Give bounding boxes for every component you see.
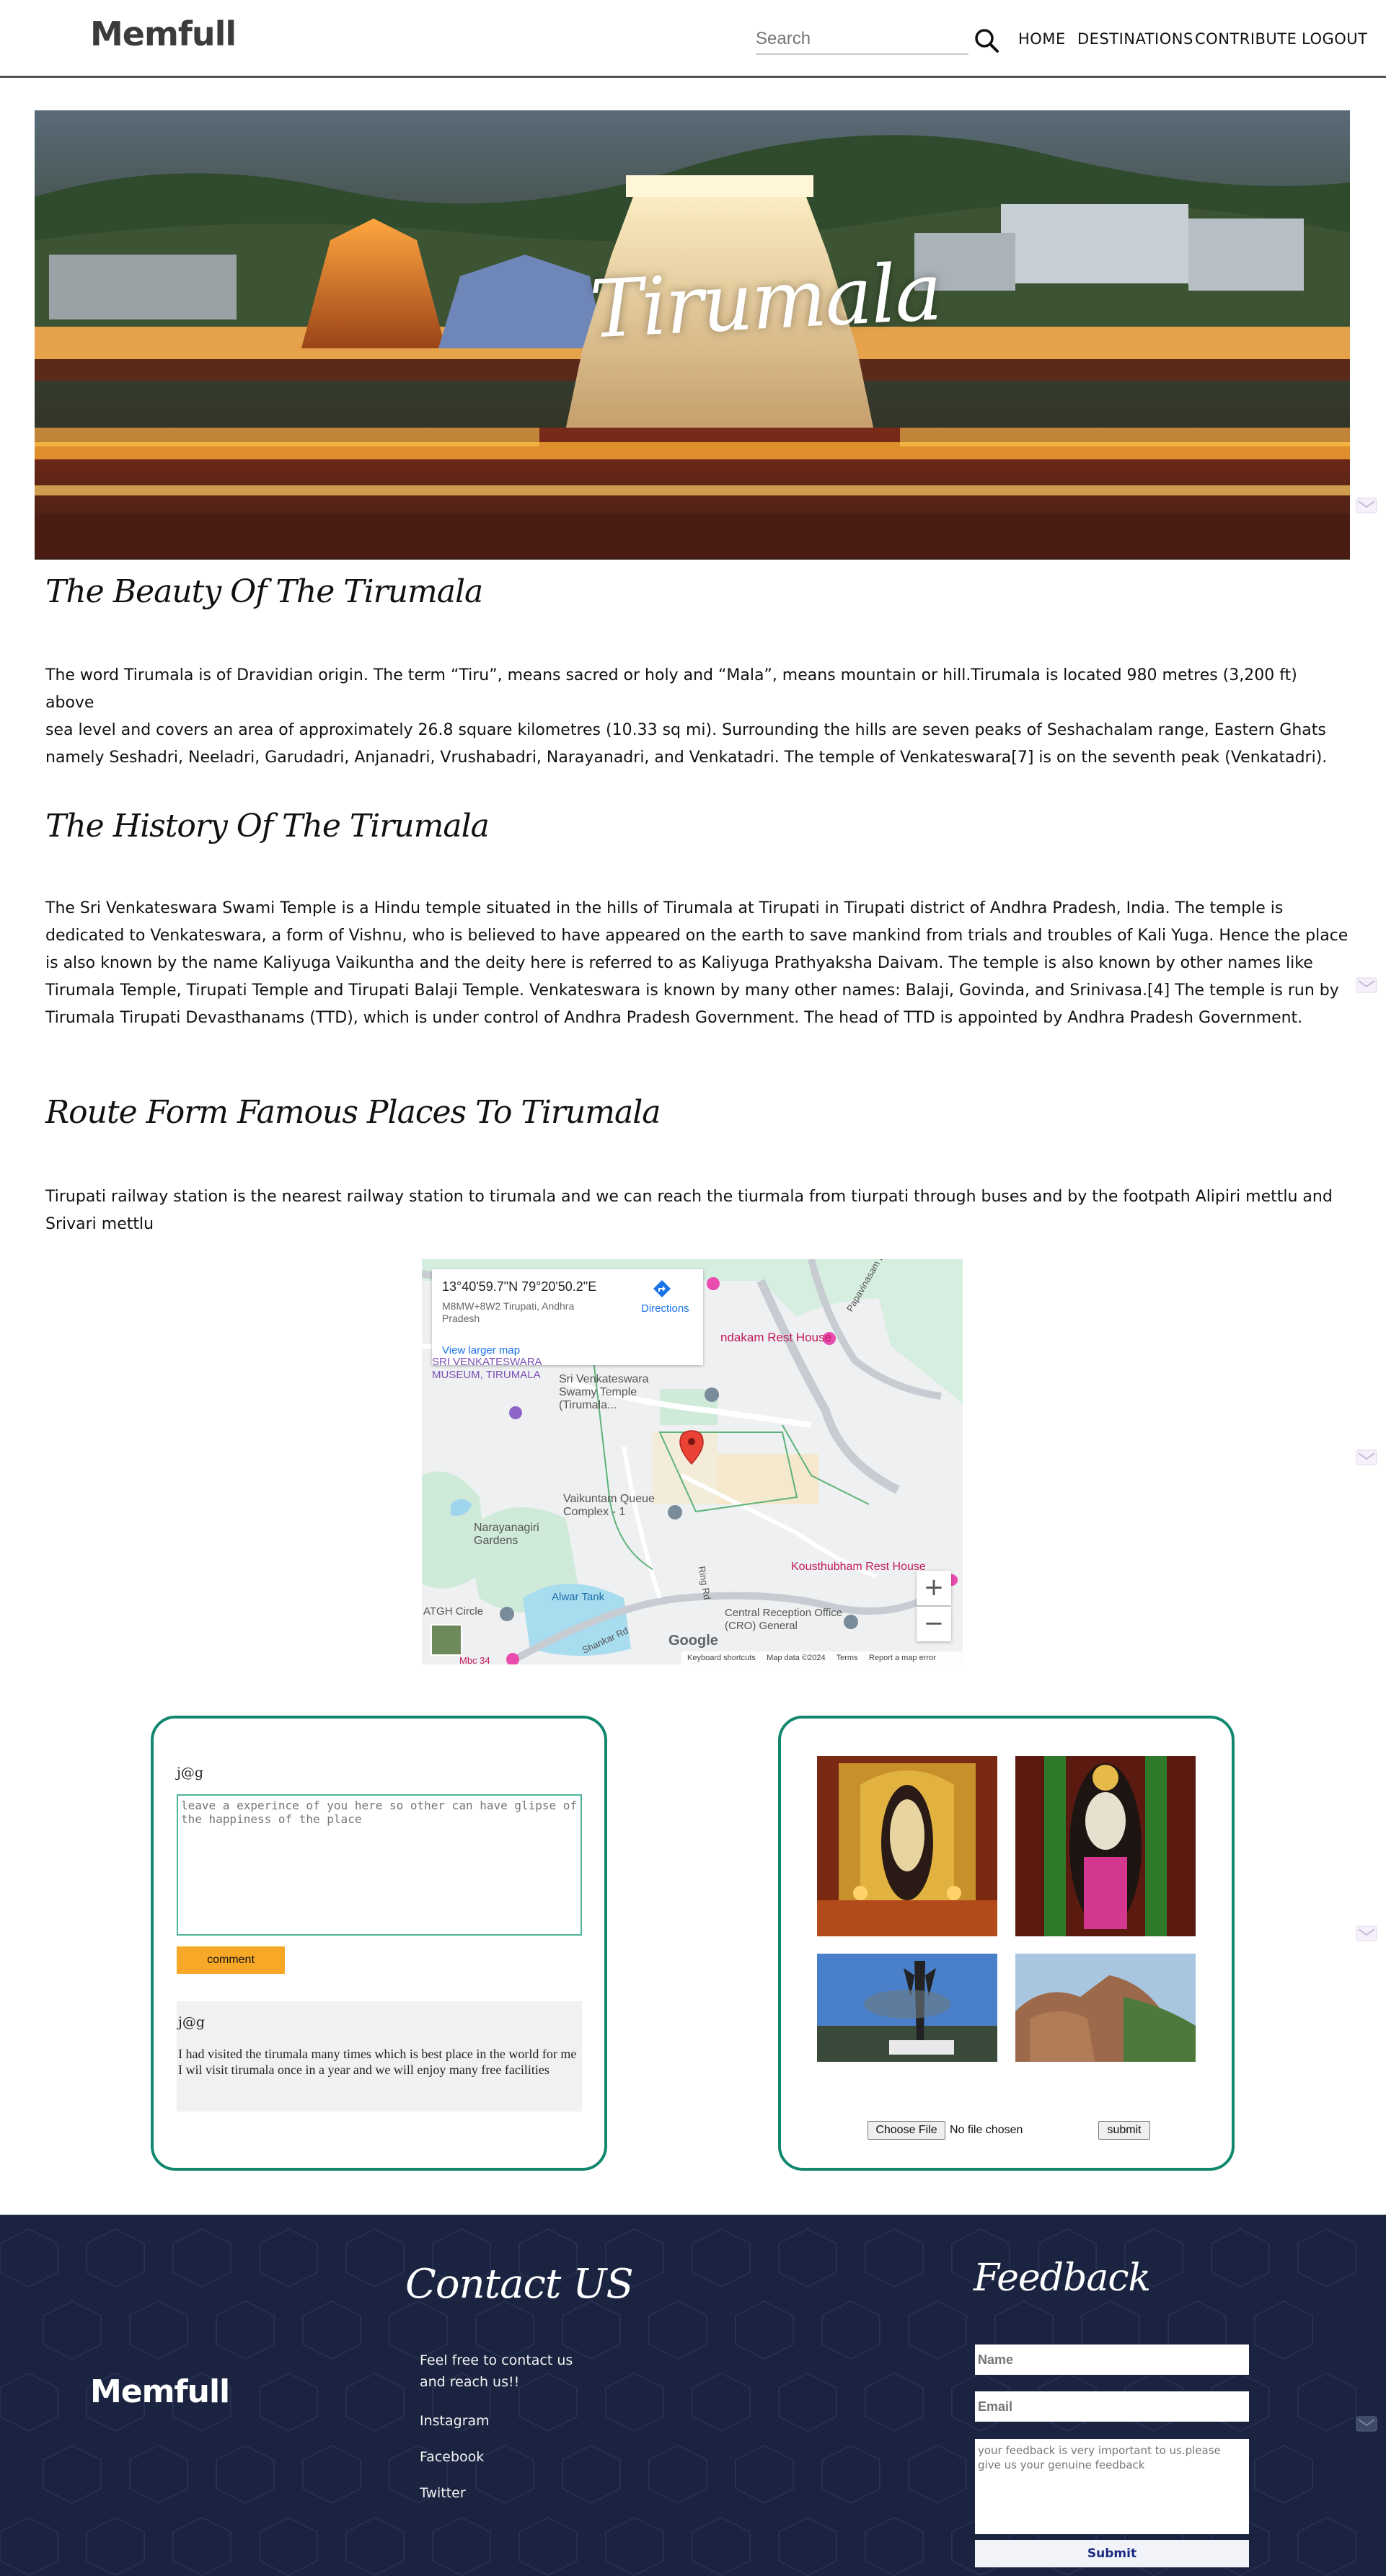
map-footer: Keyboard shortcuts Map data ©2024 Terms …	[681, 1651, 963, 1664]
text-line: The word Tirumala is of Dravidian origin…	[45, 666, 1297, 712]
footer-logo[interactable]: Memfull	[90, 2373, 230, 2410]
comment-panel: j@g comment j@g I had visited the tiruma…	[151, 1716, 607, 2171]
contact-line: Feel free to contact us	[420, 2352, 573, 2368]
google-logo: Google	[668, 1633, 718, 1649]
photo-deity-golden[interactable]	[817, 1756, 997, 1936]
photo-panel: Choose File No file chosen submit	[778, 1716, 1235, 2171]
file-status-text: No file chosen	[950, 2124, 1023, 2136]
extension-mail-icon[interactable]	[1356, 1450, 1377, 1465]
upload-submit-button[interactable]: submit	[1098, 2121, 1150, 2140]
comment-card: j@g I had visited the tirumala many time…	[177, 2001, 582, 2112]
view-larger-map-link[interactable]: View larger map	[442, 1344, 520, 1357]
text-line: dedicated to Venkateswara, a form of Vis…	[45, 927, 1349, 945]
text-line: is also known by the name Kaliyuga Vaiku…	[45, 954, 1313, 972]
comment-author: j@g	[178, 2014, 206, 2030]
feedback-textarea[interactable]: your feedback is very important to us.pl…	[975, 2439, 1249, 2534]
contact-us-heading: Contact US	[405, 2261, 634, 2308]
text-line: Tirumala Temple, Tirupati Temple and Tir…	[45, 982, 1339, 1000]
extension-mail-icon[interactable]	[1356, 2416, 1377, 2432]
keyboard-shortcuts-link[interactable]: Keyboard shortcuts	[687, 1654, 756, 1662]
map-label-atgh: ATGH Circle	[423, 1605, 484, 1618]
map-label-central-office: Central Reception Office (CRO) General	[725, 1607, 843, 1632]
nav-home[interactable]: HOME	[1018, 30, 1066, 48]
text-line: Srivari mettlu	[45, 1215, 154, 1233]
section-text-route: Tirupati railway station is the nearest …	[45, 1183, 1349, 1238]
map-label-kousthubham: Kousthubham Rest House	[791, 1561, 926, 1573]
text-line: Tirumala Tirupati Devasthanams (TTD), wh…	[45, 1009, 1303, 1027]
map-address: M8MW+8W2 Tirupati, Andhra Pradesh	[442, 1300, 575, 1324]
site-logo[interactable]: Memfull	[90, 14, 237, 53]
photo-statue-sky[interactable]	[817, 1954, 997, 2062]
map-label-museum: SRI VENKATESWARA MUSEUM, TIRUMALA	[432, 1356, 542, 1381]
top-header: Memfull HOME DESTINATIONS CONTRIBUTE LOG…	[0, 0, 1386, 78]
section-text-history: The Sri Venkateswara Swami Temple is a H…	[45, 895, 1349, 1032]
comment-button[interactable]: comment	[177, 1946, 285, 1974]
map-label-rest-house: ndakam Rest House	[720, 1331, 832, 1344]
section-title-history: The History Of The Tirumala	[45, 808, 490, 844]
twitter-link[interactable]: Twitter	[420, 2482, 466, 2504]
terms-link[interactable]: Terms	[837, 1654, 858, 1662]
zoom-in-button[interactable]: +	[917, 1571, 951, 1605]
feedback-submit-button[interactable]: Submit	[975, 2540, 1249, 2567]
current-user-label: j@g	[177, 1765, 204, 1781]
report-map-error-link[interactable]: Report a map error	[869, 1654, 936, 1662]
text-line: Tirupati railway station is the nearest …	[45, 1188, 1333, 1206]
hero-banner: Tirumala	[35, 110, 1350, 560]
nav-contribute[interactable]: CONTRIBUTE	[1195, 30, 1297, 48]
photo-deity-garland[interactable]	[1015, 1756, 1196, 1936]
instagram-link[interactable]: Instagram	[420, 2410, 490, 2432]
section-text-beauty: The word Tirumala is of Dravidian origin…	[45, 662, 1349, 772]
map-label-temple: Sri Venkateswara Swamy Temple (Tirumala.…	[559, 1373, 649, 1411]
map-label-gardens: Narayanagiri Gardens	[474, 1522, 539, 1547]
zoom-out-button[interactable]: −	[917, 1607, 951, 1641]
text-line: namely Seshadri, Neeladri, Garudadri, An…	[45, 749, 1328, 767]
directions-link[interactable]: Directions	[641, 1302, 689, 1315]
comment-text: I had visited the tirumala many times wh…	[178, 2047, 577, 2077]
extension-mail-icon[interactable]	[1356, 977, 1377, 993]
search-icon[interactable]	[974, 27, 999, 53]
search-box[interactable]	[756, 25, 968, 55]
extension-mail-icon[interactable]	[1356, 1926, 1377, 1941]
directions-icon[interactable]	[653, 1279, 671, 1298]
text-line: The Sri Venkateswara Swami Temple is a H…	[45, 899, 1284, 917]
extension-mail-icon[interactable]	[1356, 498, 1377, 513]
nav-destinations[interactable]: DESTINATIONS	[1077, 30, 1193, 48]
section-title-beauty: The Beauty Of The Tirumala	[45, 573, 483, 610]
comment-textarea[interactable]	[177, 1794, 582, 1936]
map-label-mbc: Mbc 34	[459, 1655, 490, 1664]
map-data-text: Map data ©2024	[767, 1654, 826, 1662]
map-label-alwar-tank: Alwar Tank	[552, 1591, 605, 1603]
feedback-heading: Feedback	[974, 2257, 1151, 2300]
text-line: sea level and covers an area of approxim…	[45, 721, 1326, 739]
site-footer: Memfull Contact US Feel free to contact …	[0, 2215, 1386, 2576]
feedback-name-input[interactable]	[975, 2345, 1249, 2375]
facebook-link[interactable]: Facebook	[420, 2446, 484, 2468]
embedded-map[interactable]: 13°40'59.7"N 79°20'50.2"E M8MW+8W2 Tirup…	[422, 1259, 963, 1664]
map-label-vaikuntam: Vaikuntam Queue Complex - 1	[563, 1493, 655, 1518]
search-input[interactable]	[756, 25, 968, 53]
nav-logout[interactable]: LOGOUT	[1302, 30, 1367, 48]
section-title-route: Route Form Famous Places To Tirumala	[45, 1094, 661, 1131]
choose-file-button[interactable]: Choose File	[868, 2121, 945, 2140]
hero-title: Tirumala	[587, 245, 943, 356]
contact-line: and reach us!!	[420, 2374, 520, 2390]
file-upload[interactable]: Choose File No file chosen	[868, 2121, 1023, 2140]
photo-rock-formation[interactable]	[1015, 1954, 1196, 2062]
map-info-card: 13°40'59.7"N 79°20'50.2"E M8MW+8W2 Tirup…	[432, 1269, 703, 1365]
feedback-email-input[interactable]	[975, 2391, 1249, 2422]
satellite-toggle[interactable]	[431, 1624, 462, 1656]
